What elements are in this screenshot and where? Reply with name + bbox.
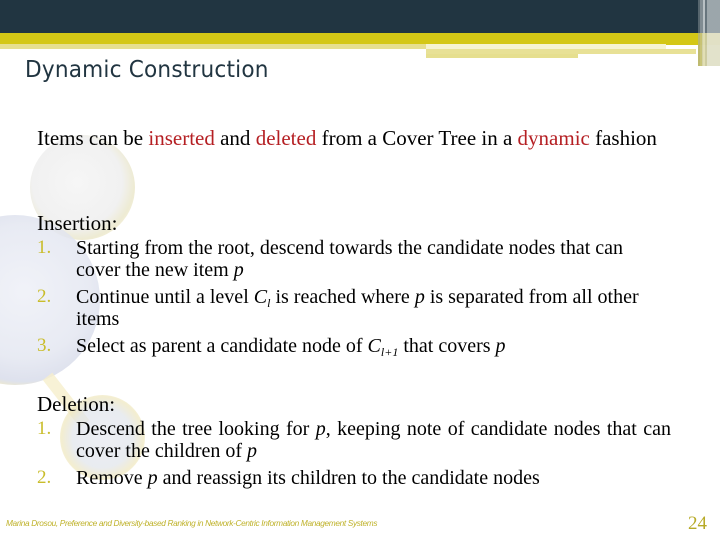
intro-text: Items can be — [37, 126, 149, 150]
header-band-pale-right — [426, 54, 578, 58]
step-text: that covers — [398, 335, 496, 357]
deletion-step-2: 2. Remove p and reassign its children to … — [37, 467, 671, 489]
step-text: is reached where — [270, 286, 415, 308]
insertion-step-3: 3. Select as parent a candidate node of C… — [37, 335, 671, 359]
variable-symbol: C — [253, 286, 268, 308]
math-variable: p — [234, 259, 244, 281]
intro-paragraph: Items can be inserted and deleted from a… — [37, 126, 671, 152]
insertion-step-1: 1. Starting from the root, descend toward… — [37, 237, 671, 281]
highlighted-term: inserted — [148, 126, 215, 150]
math-variable: p — [496, 335, 506, 357]
variable-symbol: p — [414, 286, 425, 308]
header-band-dark — [0, 0, 720, 33]
variable-symbol: p — [495, 335, 506, 357]
variable-symbol: C — [367, 335, 381, 357]
header-corner-stripes — [698, 33, 720, 66]
step-text: and reassign its children to the candida… — [157, 467, 540, 489]
footer-citation: Marina Drosou, Preference and Diversity-… — [6, 518, 378, 528]
highlighted-term: deleted — [255, 126, 317, 150]
step-text: Descend the tree looking for — [76, 418, 316, 440]
math-variable: p — [247, 440, 257, 462]
insertion-step-2: 2. Continue until a level Cl is reached w… — [37, 286, 671, 330]
math-variable: Cl+1 — [367, 335, 399, 359]
list-number: 2. — [37, 467, 52, 488]
step-text: Continue until a level — [76, 286, 254, 308]
math-variable: Cl — [253, 286, 271, 309]
math-variable: p — [316, 418, 326, 440]
deletion-step-1: 1. Descend the tree looking for p, keepin… — [37, 418, 671, 462]
math-variable: p — [148, 467, 158, 489]
variable-symbol: p — [315, 418, 326, 440]
intro-text: fashion — [589, 126, 657, 150]
variable-subscript: l+1 — [380, 345, 399, 359]
deletion-steps-list: 1. Descend the tree looking for p, keepin… — [37, 418, 671, 494]
variable-symbol: p — [247, 440, 258, 462]
insertion-steps-list: 1. Starting from the root, descend toward… — [37, 237, 671, 362]
header-band-pale-left — [0, 44, 426, 49]
slide: Dynamic Construction Items can be insert… — [0, 0, 720, 540]
list-number: 1. — [37, 237, 52, 258]
variable-symbol: p — [147, 467, 158, 489]
slide-title: Dynamic Construction — [25, 57, 269, 83]
page-number: 24 — [688, 513, 707, 534]
highlighted-term: dynamic — [517, 126, 590, 150]
list-number: 1. — [37, 418, 52, 439]
list-number: 3. — [37, 335, 52, 356]
deletion-heading: Deletion: — [37, 392, 116, 416]
step-text: Remove — [76, 467, 148, 489]
intro-text: and — [214, 126, 256, 150]
step-text: Starting from the root, descend towards … — [76, 237, 624, 281]
variable-symbol: p — [233, 259, 244, 281]
intro-text: from a Cover Tree in a — [316, 126, 518, 150]
insertion-heading: Insertion: — [37, 211, 118, 235]
step-text: Select as parent a candidate node of — [76, 335, 368, 357]
list-number: 2. — [37, 286, 52, 307]
math-variable: p — [415, 286, 425, 308]
